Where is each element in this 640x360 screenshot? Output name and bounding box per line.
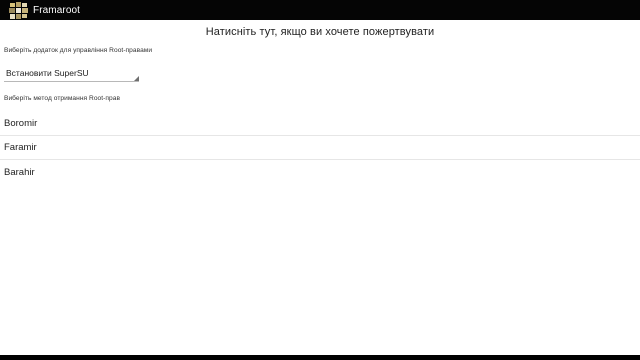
exploit-item-faramir[interactable]: Faramir xyxy=(0,136,640,160)
system-navigation-bar xyxy=(0,355,640,360)
exploit-list: Boromir Faramir Barahir xyxy=(0,112,640,184)
donate-link[interactable]: Натисніть тут, якщо ви хочете пожертвува… xyxy=(0,26,640,38)
action-bar: Framaroot xyxy=(0,0,640,20)
exploit-item-boromir[interactable]: Boromir xyxy=(0,112,640,136)
exploit-method-label: Виберіть метод отримання Root-прав xyxy=(4,95,121,102)
app-title: Framaroot xyxy=(33,4,81,16)
exploit-item-barahir[interactable]: Barahir xyxy=(0,160,640,184)
dropdown-corner-icon xyxy=(134,76,139,81)
root-app-spinner[interactable]: Встановити SuperSU xyxy=(4,68,139,82)
framaroot-app-icon[interactable] xyxy=(9,1,28,19)
root-app-label: Виберіть додаток для управління Root-пра… xyxy=(4,47,153,54)
root-app-selected-value: Встановити SuperSU xyxy=(6,68,89,78)
